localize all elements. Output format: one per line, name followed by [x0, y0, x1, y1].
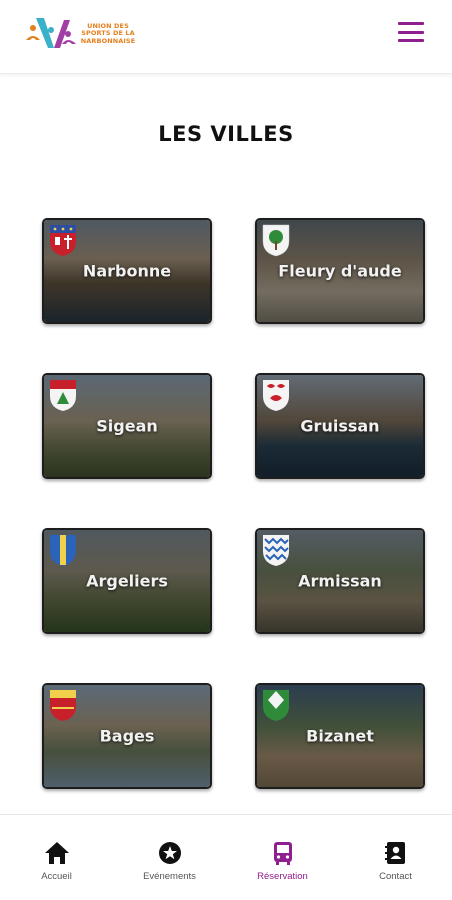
gruissan-crest-icon — [263, 380, 289, 411]
city-card-fleury-d-aude[interactable]: Fleury d'aude — [255, 218, 425, 324]
city-card-bages[interactable]: Bages — [42, 683, 212, 789]
logo-people-icon — [26, 18, 76, 48]
home-icon — [44, 842, 69, 864]
fleury-crest-icon — [262, 224, 290, 257]
city-name: Narbonne — [82, 261, 172, 281]
logo[interactable]: UNION DES SPORTS DE LA NARBONNAISE — [24, 14, 144, 54]
star-icon — [158, 842, 181, 864]
nav-label: Evénements — [143, 871, 196, 882]
hamburger-menu-icon[interactable] — [398, 22, 424, 42]
city-name: Gruissan — [300, 416, 380, 436]
city-name: Fleury d'aude — [278, 261, 402, 281]
nav-label: Contact — [379, 871, 412, 882]
armissan-crest-icon — [263, 535, 289, 566]
city-card-sigean[interactable]: Sigean — [42, 373, 212, 479]
city-name: Sigean — [96, 416, 158, 436]
nav-evenements[interactable]: Evénements — [113, 815, 226, 900]
argeliers-crest-icon — [50, 535, 76, 566]
sigean-crest-icon — [50, 380, 76, 411]
city-name: Bizanet — [306, 726, 374, 746]
nav-label: Accueil — [41, 871, 72, 882]
contact-book-icon — [384, 842, 405, 864]
narbonne-crest-icon — [50, 225, 76, 256]
bages-crest-icon — [50, 690, 76, 721]
app-header: UNION DES SPORTS DE LA NARBONNAISE — [0, 0, 452, 74]
page-title: LES VILLES — [158, 122, 294, 146]
bizanet-crest-icon — [263, 690, 289, 721]
city-card-bizanet[interactable]: Bizanet — [255, 683, 425, 789]
city-card-gruissan[interactable]: Gruissan — [255, 373, 425, 479]
city-name: Armissan — [298, 571, 382, 591]
city-card-narbonne[interactable]: Narbonne — [42, 218, 212, 324]
city-name: Argeliers — [86, 571, 168, 591]
nav-contact[interactable]: Contact — [339, 815, 452, 900]
nav-reservation[interactable]: Réservation — [226, 815, 339, 900]
nav-accueil[interactable]: Accueil — [0, 815, 113, 900]
city-name: Bages — [99, 726, 155, 746]
nav-label: Réservation — [257, 871, 308, 882]
city-card-argeliers[interactable]: Argeliers — [42, 528, 212, 634]
city-card-armissan[interactable]: Armissan — [255, 528, 425, 634]
logo-text: UNION DES SPORTS DE LA NARBONNAISE — [80, 21, 136, 45]
bottom-nav: Accueil Evénements Réservation Contact — [0, 814, 452, 900]
bus-icon — [273, 842, 292, 865]
